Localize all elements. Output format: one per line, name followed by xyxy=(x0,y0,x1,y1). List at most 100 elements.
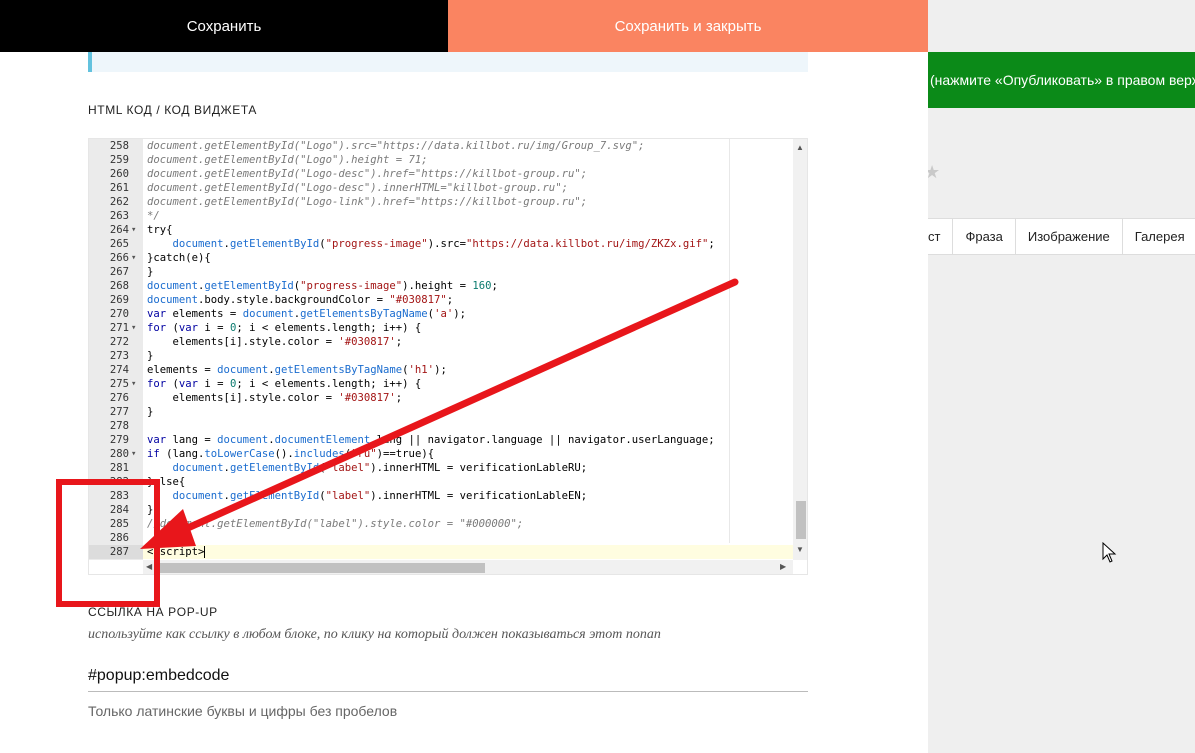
settings-panel: Сохранить Сохранить и закрыть HTML КОД /… xyxy=(0,0,928,753)
code-line[interactable]: 282}else{ xyxy=(89,475,807,489)
code-text: if (lang.toLowerCase().includes("ru")==t… xyxy=(147,448,435,460)
save-and-close-button[interactable]: Сохранить и закрыть xyxy=(448,0,928,52)
code-line[interactable]: 280 ▾ if (lang.toLowerCase().includes("ru"… xyxy=(89,447,807,461)
code-text: document.getElementById("label").innerHT… xyxy=(172,490,588,502)
code-line[interactable]: 266 ▾}catch(e){ xyxy=(89,251,807,265)
line-number: 276 xyxy=(109,392,129,404)
fold-arrow-icon[interactable]: ▾ xyxy=(131,223,141,237)
code-text: } xyxy=(147,406,154,418)
code-line[interactable]: 287 </script> xyxy=(89,545,807,559)
line-number: 283 xyxy=(109,490,129,502)
line-number: 281 xyxy=(109,462,129,474)
code-line[interactable]: 273} xyxy=(89,349,807,363)
html-code-title: HTML КОД / КОД ВИДЖЕТА xyxy=(88,103,257,117)
line-number: 278 xyxy=(109,420,129,432)
code-text: } xyxy=(147,504,154,516)
code-text: document.getElementById("Logo-desc").inn… xyxy=(147,182,568,194)
line-number: 284 xyxy=(109,504,129,516)
code-line[interactable]: 264 ▾ try{ xyxy=(89,223,807,237)
line-number: 266 xyxy=(109,252,129,264)
fold-arrow-icon[interactable]: ▾ xyxy=(131,447,141,461)
code-text: var elements = document.getElementsByTag… xyxy=(147,308,466,320)
code-text: for (var i = 0; i < elements.length; i++… xyxy=(147,378,422,390)
line-number: 279 xyxy=(109,434,129,446)
code-line[interactable]: 270 var elements = document.getElementsBy… xyxy=(89,307,807,321)
code-text: document.getElementById("Logo").src="htt… xyxy=(147,140,645,152)
fold-arrow-icon[interactable]: ▾ xyxy=(131,377,141,391)
code-line[interactable]: 269 document.body.style.backgroundColor =… xyxy=(89,293,807,307)
code-line[interactable]: 260 document.getElementById("Logo-desc").… xyxy=(89,167,807,181)
scroll-right-icon[interactable]: ▶ xyxy=(780,562,786,571)
line-number: 287 xyxy=(109,546,129,558)
tab-image[interactable]: Изображение xyxy=(1016,219,1123,254)
code-line[interactable]: 276 elements[i].style.color = '#030817'; xyxy=(89,391,807,405)
code-line[interactable]: 284} xyxy=(89,503,807,517)
code-line[interactable]: 268 document.getElementById("progress-ima… xyxy=(89,279,807,293)
line-number: 265 xyxy=(109,238,129,250)
block-type-tabs: ст Фраза Изображение Галерея xyxy=(928,218,1195,255)
line-number: 271 xyxy=(109,322,129,334)
tab-phrase[interactable]: Фраза xyxy=(953,219,1016,254)
vertical-scroll-thumb[interactable] xyxy=(796,501,806,539)
line-number: 272 xyxy=(109,336,129,348)
code-line[interactable]: 259 document.getElementById("Logo").heigh… xyxy=(89,153,807,167)
line-number: 261 xyxy=(109,182,129,194)
vertical-scrollbar[interactable]: ▲ ▼ xyxy=(793,139,807,560)
code-line[interactable]: 285 //document.getElementById("label").st… xyxy=(89,517,807,531)
scroll-left-icon[interactable]: ◀ xyxy=(146,562,152,571)
tab-gallery[interactable]: Галерея xyxy=(1123,219,1195,254)
code-line[interactable]: 279 var lang = document.documentElement.l… xyxy=(89,433,807,447)
line-number: 270 xyxy=(109,308,129,320)
tab-text[interactable]: ст xyxy=(928,219,954,254)
code-text: for (var i = 0; i < elements.length; i++… xyxy=(147,322,422,334)
line-number: 268 xyxy=(109,280,129,292)
code-line[interactable]: 286 xyxy=(89,531,807,545)
code-line[interactable]: 262 document.getElementById("Logo-link").… xyxy=(89,195,807,209)
popup-link-description: используйте как ссылку в любом блоке, по… xyxy=(88,627,661,642)
code-text: var lang = document.documentElement.lang… xyxy=(147,434,715,446)
code-text: //document.getElementById("label").style… xyxy=(147,518,524,530)
popup-link-hint: Только латинские буквы и цифры без пробе… xyxy=(88,703,398,719)
popup-link-title: ССЫЛКА НА POP-UP xyxy=(88,605,218,619)
code-text: document.getElementById("progress-image"… xyxy=(172,238,715,250)
fold-arrow-icon[interactable]: ▾ xyxy=(131,251,141,265)
code-line[interactable]: 263 */ xyxy=(89,209,807,223)
code-line[interactable]: 283 document.getElementById("label").inn… xyxy=(89,489,807,503)
code-line[interactable]: 274 elements = document.getElementsByTagN… xyxy=(89,363,807,377)
line-number: 275 xyxy=(109,378,129,390)
code-text: elements[i].style.color = '#030817'; xyxy=(147,336,403,348)
code-line[interactable]: 272 elements[i].style.color = '#030817'; xyxy=(89,335,807,349)
line-number: 286 xyxy=(109,532,129,544)
line-number: 259 xyxy=(109,154,129,166)
horizontal-scroll-thumb[interactable] xyxy=(155,563,485,573)
scroll-down-icon[interactable]: ▼ xyxy=(796,545,804,554)
code-text: document.getElementById("Logo").height =… xyxy=(147,154,428,166)
code-text: */ xyxy=(147,210,160,222)
code-line[interactable]: 281 document.getElementById("label").inn… xyxy=(89,461,807,475)
background-page xyxy=(928,0,1195,753)
scroll-up-icon[interactable]: ▲ xyxy=(796,143,804,152)
code-editor[interactable]: 258 document.getElementById("Logo").src="… xyxy=(88,138,808,575)
line-number: 258 xyxy=(109,140,129,152)
line-number: 277 xyxy=(109,406,129,418)
code-text: } xyxy=(147,350,154,362)
code-line[interactable]: 267} xyxy=(89,265,807,279)
line-number: 280 xyxy=(109,448,129,460)
fold-arrow-icon[interactable]: ▾ xyxy=(131,321,141,335)
code-text: document.getElementById("label").innerHT… xyxy=(172,462,588,474)
code-line[interactable]: 278 xyxy=(89,419,807,433)
line-number: 285 xyxy=(109,518,129,530)
code-line[interactable]: 271 ▾ for (var i = 0; i < elements.length;… xyxy=(89,321,807,335)
save-button[interactable]: Сохранить xyxy=(0,0,448,52)
line-number: 267 xyxy=(109,266,129,278)
code-line[interactable]: 258 document.getElementById("Logo").src="… xyxy=(89,139,807,153)
code-line[interactable]: 261 document.getElementById("Logo-desc").… xyxy=(89,181,807,195)
popup-link-input[interactable] xyxy=(88,660,808,692)
top-action-bar: Сохранить Сохранить и закрыть xyxy=(0,0,928,52)
code-line[interactable]: 265 document.getElementById("progress-im… xyxy=(89,237,807,251)
code-line[interactable]: 277} xyxy=(89,405,807,419)
horizontal-scrollbar[interactable]: ◀ ▶ xyxy=(143,560,793,574)
mouse-cursor-icon xyxy=(1102,542,1117,563)
code-text: elements[i].style.color = '#030817'; xyxy=(147,392,403,404)
code-line[interactable]: 275 ▾ for (var i = 0; i < elements.length;… xyxy=(89,377,807,391)
